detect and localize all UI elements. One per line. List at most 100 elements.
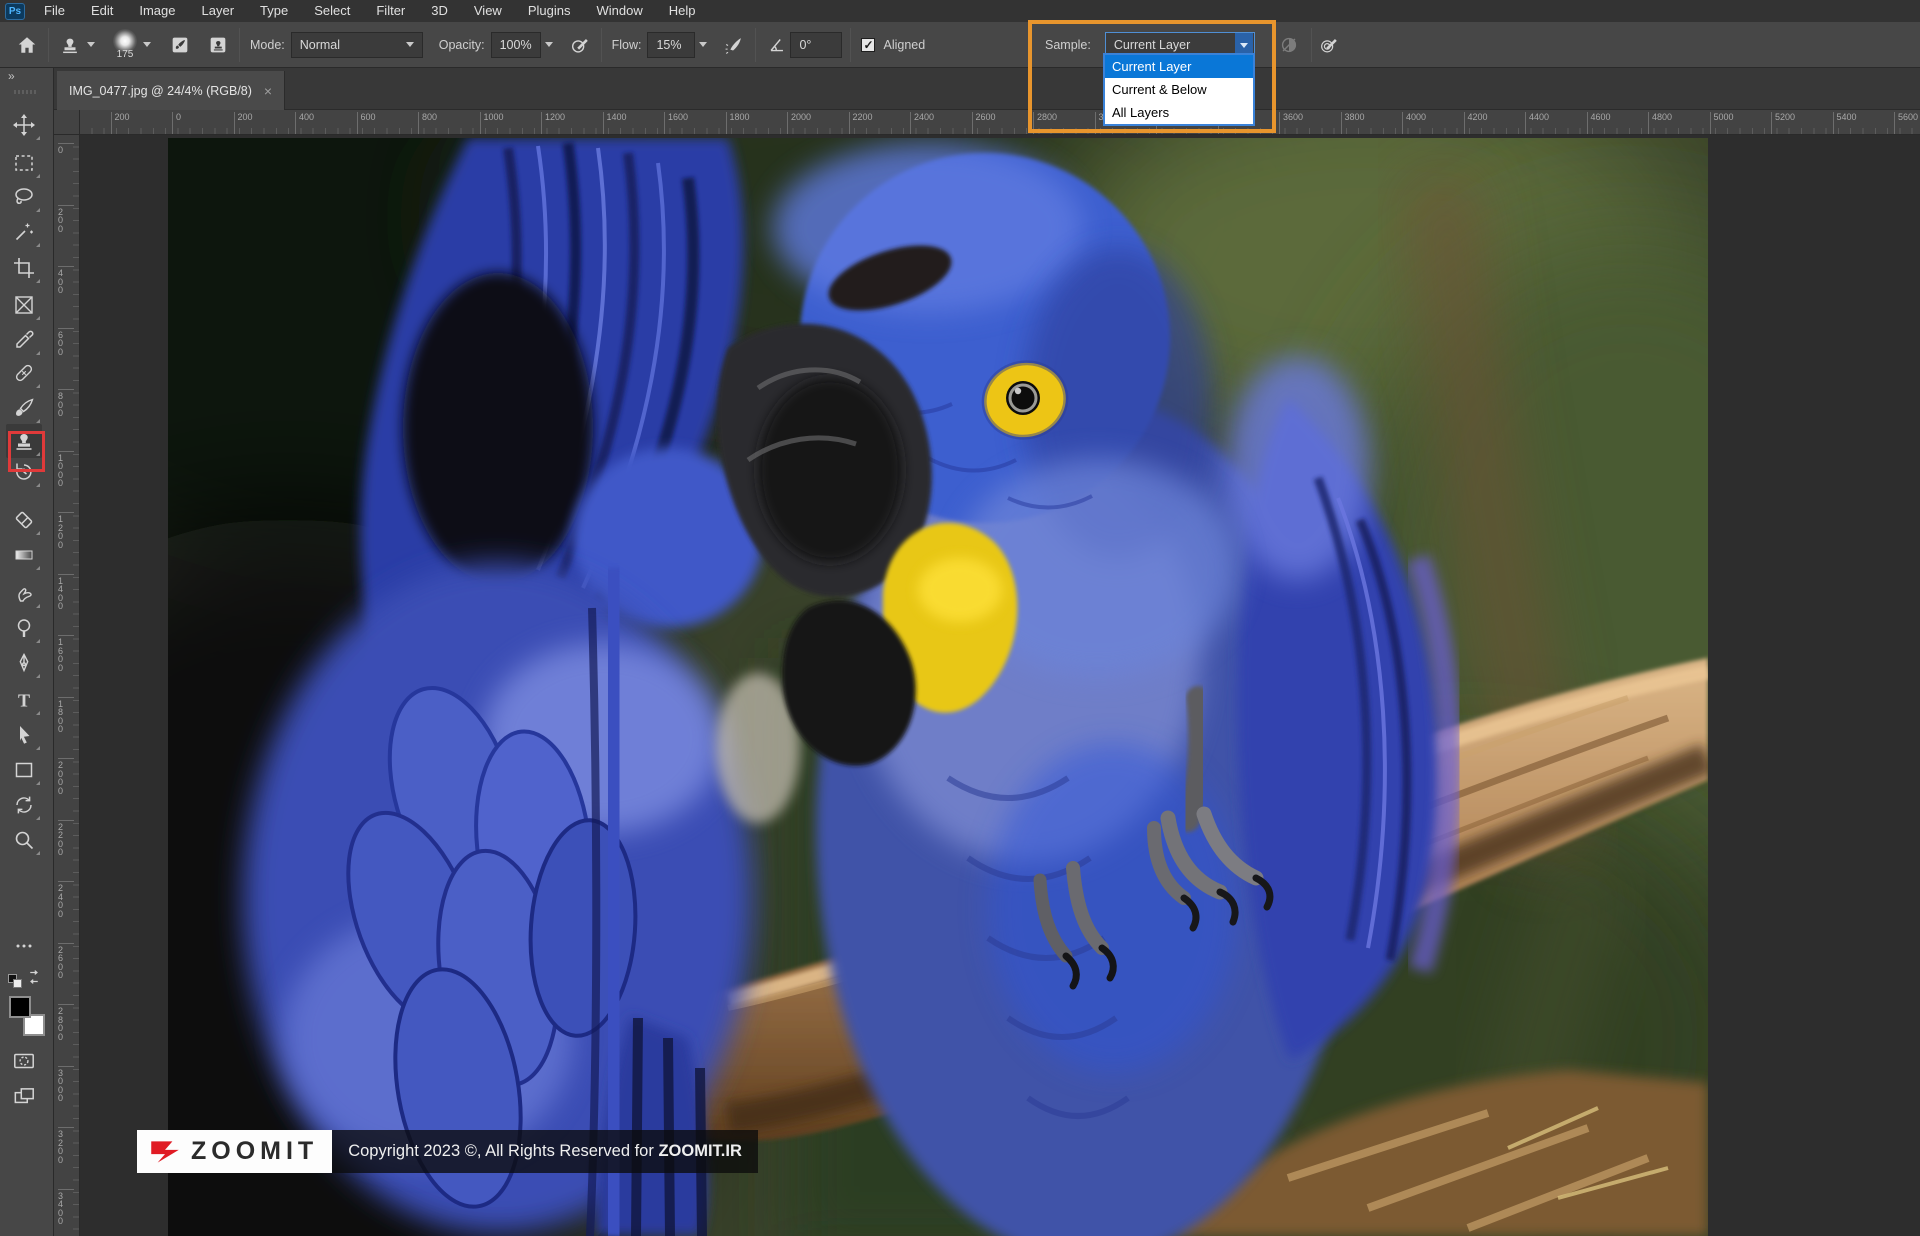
tab-bar: IMG_0477.jpg @ 24/4% (RGB/8) × (54, 68, 1920, 110)
menu-window[interactable]: Window (583, 0, 655, 22)
hruler-label: 200 (234, 112, 253, 135)
foreground-color-swatch[interactable] (9, 996, 31, 1018)
menu-type[interactable]: Type (247, 0, 301, 22)
menu-layer[interactable]: Layer (189, 0, 248, 22)
vertical-ruler[interactable]: 02 0 04 0 06 0 08 0 01 0 0 01 2 0 01 4 0… (54, 135, 80, 1236)
lasso-tool[interactable] (6, 180, 42, 214)
watermark-copyright-text: Copyright 2023 ©, All Rights Reserved fo… (348, 1142, 742, 1161)
menu-image[interactable]: Image (126, 0, 188, 22)
close-tab-icon[interactable]: × (264, 83, 272, 99)
divider (239, 28, 240, 62)
hruler-label: 1000 (480, 112, 504, 135)
airbrush-icon[interactable] (721, 32, 747, 58)
crop-tool[interactable] (6, 251, 42, 285)
vruler-label: 2 6 0 0 (58, 943, 74, 980)
sample-option-all-layers[interactable]: All Layers (1105, 101, 1253, 124)
vruler-label: 1 4 0 0 (58, 574, 74, 611)
vruler-label: 1 2 0 0 (58, 512, 74, 549)
chevron-down-icon[interactable] (87, 42, 95, 47)
clone-stamp-tool[interactable] (6, 424, 42, 458)
brush-preset-picker[interactable]: 175 (113, 29, 137, 60)
chevron-down-icon[interactable] (699, 42, 707, 47)
menu-3d[interactable]: 3D (418, 0, 461, 22)
watermark-copyright-bar: Copyright 2023 ©, All Rights Reserved fo… (332, 1130, 758, 1173)
watermark: ZOOMIT Copyright 2023 ©, All Rights Rese… (137, 1130, 758, 1173)
dodge-tool[interactable] (6, 611, 42, 645)
menu-edit[interactable]: Edit (78, 0, 126, 22)
edit-toolbar-ellipsis-icon[interactable] (6, 934, 42, 958)
object-selection-tool[interactable] (6, 215, 42, 249)
hruler-label: 2000 (787, 112, 811, 135)
menu-plugins[interactable]: Plugins (515, 0, 584, 22)
quick-mask-icon[interactable] (6, 1048, 42, 1074)
hruler-label: 2800 (1033, 112, 1057, 135)
screen-mode-icon[interactable] (6, 1084, 42, 1110)
opacity-value-field[interactable]: 100% (491, 32, 541, 58)
ignore-adjustment-layers-icon[interactable] (1276, 32, 1302, 58)
marquee-tool[interactable] (6, 146, 42, 180)
tool-preset-stamp-icon[interactable] (57, 32, 83, 58)
aligned-checkbox[interactable]: ✓ (861, 38, 875, 52)
mode-select[interactable]: Normal (291, 32, 423, 58)
menu-view[interactable]: View (461, 0, 515, 22)
rotate-view-tool[interactable] (6, 788, 42, 822)
swap-colors-icon[interactable] (22, 968, 46, 986)
zoom-tool[interactable] (6, 823, 42, 857)
chevron-down-icon (406, 42, 414, 47)
hruler-label: 3800 (1341, 112, 1365, 135)
frame-tool[interactable] (6, 288, 42, 322)
sample-option-current-below[interactable]: Current & Below (1105, 78, 1253, 101)
type-tool[interactable] (6, 683, 42, 717)
brush-icon (12, 396, 36, 420)
brush-tool[interactable] (6, 391, 42, 425)
pen-tool[interactable] (6, 646, 42, 680)
smudge-tool[interactable] (6, 576, 42, 610)
menu-help[interactable]: Help (656, 0, 709, 22)
document-tab[interactable]: IMG_0477.jpg @ 24/4% (RGB/8) × (57, 71, 285, 110)
healing-brush-tool[interactable] (6, 356, 42, 390)
hruler-label: 4200 (1464, 112, 1488, 135)
watermark-logo-box: ZOOMIT (137, 1130, 332, 1173)
menu-file[interactable]: File (31, 0, 78, 22)
default-colors-icon-bg (13, 979, 22, 988)
gradient-tool[interactable] (6, 538, 42, 572)
move-tool[interactable] (6, 108, 42, 142)
collapse-panel-icon[interactable]: » (8, 69, 14, 83)
eyedropper-tool[interactable] (6, 323, 42, 357)
angle-value-field[interactable]: 0° (790, 32, 842, 58)
hruler-label: 2400 (910, 112, 934, 135)
path-selection-tool[interactable] (6, 718, 42, 752)
hruler-label: 1800 (726, 112, 750, 135)
toolbar-grip[interactable] (14, 90, 36, 94)
clone-source-panel-icon[interactable] (205, 32, 231, 58)
sample-option-current-layer[interactable]: Current Layer (1105, 55, 1253, 78)
pressure-size-icon[interactable] (1316, 32, 1342, 58)
brush-settings-panel-icon[interactable] (167, 32, 193, 58)
eraser-icon (12, 508, 36, 532)
crop-icon (12, 256, 36, 280)
canvas-area[interactable] (80, 135, 1920, 1236)
vruler-label: 2 8 0 0 (58, 1004, 74, 1041)
stamp-icon (12, 429, 36, 453)
photoshop-logo: Ps (5, 3, 25, 20)
sample-label: Sample: (1045, 38, 1091, 52)
history-brush-tool[interactable] (6, 455, 42, 489)
divider (601, 28, 602, 62)
zoomit-logo-icon (147, 1137, 183, 1167)
menu-select[interactable]: Select (301, 0, 363, 22)
rectangle-tool[interactable] (6, 753, 42, 787)
hruler-label: 4600 (1587, 112, 1611, 135)
horizontal-ruler[interactable]: 2000200400600800100012001400160018002000… (80, 110, 1920, 135)
home-icon[interactable] (14, 32, 40, 58)
mode-value: Normal (300, 33, 340, 57)
healing-icon (12, 361, 36, 385)
chevron-down-icon[interactable] (143, 42, 151, 47)
chevron-down-icon[interactable] (545, 42, 553, 47)
pressure-opacity-icon[interactable] (567, 32, 593, 58)
vruler-label: 1 8 0 0 (58, 697, 74, 734)
hruler-label: 400 (295, 112, 314, 135)
menu-filter[interactable]: Filter (363, 0, 418, 22)
flow-value-field[interactable]: 15% (647, 32, 695, 58)
hruler-label: 0 (172, 112, 181, 135)
eraser-tool[interactable] (6, 503, 42, 537)
